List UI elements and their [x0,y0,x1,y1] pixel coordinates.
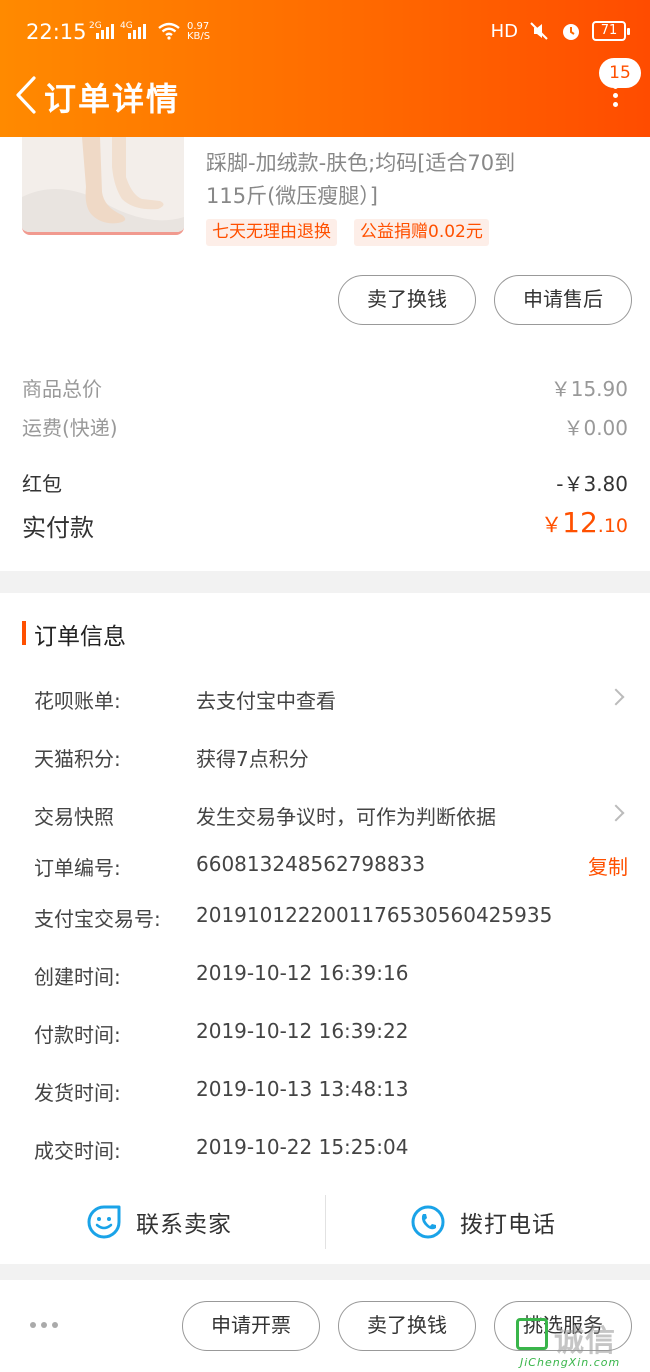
red-packet-label: 红包 [22,472,62,496]
status-bar: 22:15 2G 4G 0.97 KB/S HD 71 [0,0,650,64]
net-speed: 0.97 KB/S [187,22,210,42]
goods-total-value: ￥15.90 [550,377,628,401]
status-right: HD 71 [490,20,630,42]
status-time: 22:15 [26,20,87,44]
battery-icon: 71 [592,21,630,41]
mute-icon [530,22,548,40]
product-spec-line1: 踩脚-加绒款-肤色;均码[适合70到 [206,151,516,175]
alipay-trade-no-label: 支付宝交易号: [34,907,161,931]
chevron-left-icon [16,76,36,114]
back-button[interactable] [10,72,44,118]
watermark-logo-icon [516,1318,548,1350]
net-speed-unit: KB/S [187,31,211,42]
sell-item-button-bottom[interactable]: 卖了换钱 [338,1301,476,1351]
contact-seller-button[interactable]: 联系卖家 [86,1195,232,1249]
call-phone-label: 拨打电话 [460,1212,556,1238]
request-invoice-button[interactable]: 申请开票 [182,1301,320,1351]
completed-time-value: 2019-10-22 15:25:04 [196,1135,409,1159]
contact-seller-label: 联系卖家 [136,1212,232,1238]
alipay-trade-no-value: 2019101222001176530560425935 [196,903,553,927]
section-accent-bar [22,621,26,645]
paid-int: 12 [562,506,598,539]
contact-divider [325,1195,326,1249]
paid-currency: ￥ [541,513,563,537]
completed-time-label: 成交时间: [34,1139,121,1163]
product-image [22,137,184,232]
created-time-label: 创建时间: [34,965,121,989]
created-time-value: 2019-10-12 16:39:16 [196,961,409,985]
charity-tag: 公益捐赠0.02元 [354,219,489,246]
copy-order-number-button[interactable]: 复制 [588,851,628,880]
paid-dec: .10 [597,515,628,537]
page-title: 订单详情 [44,80,181,118]
message-count-badge[interactable]: 15 [599,58,641,88]
watermark-url: JiChengXin.com [520,1356,621,1369]
shipping-fee-value: ￥0.00 [563,416,628,440]
sell-item-button[interactable]: 卖了换钱 [338,275,476,325]
product-thumbnail[interactable] [22,137,184,235]
after-sale-button[interactable]: 申请售后 [494,275,632,325]
product-spec: 踩脚-加绒款-肤色;均码[适合70到 115斤(微压瘦腿）] [206,147,536,213]
app-header: 22:15 2G 4G 0.97 KB/S HD 71 订单详情 15 [0,0,650,137]
call-phone-button[interactable]: 拨打电话 [410,1195,556,1249]
goods-total-label: 商品总价 [22,377,102,401]
watermark-text: 诚信 [554,1324,616,1359]
alarm-icon [563,24,579,40]
red-packet-value: -￥3.80 [556,472,628,496]
huabei-bill-link[interactable]: 去支付宝中查看 [196,685,336,714]
paid-time-value: 2019-10-12 16:39:22 [196,1019,409,1043]
signal-icon-2 [128,24,146,39]
product-spec-line2: 115斤(微压瘦腿）] [206,184,378,208]
paid-amount-label: 实付款 [22,514,94,542]
order-number-value: 660813248562798833 [196,852,426,876]
hd-label: HD [490,20,518,42]
tmall-points-label: 天猫积分: [34,747,121,771]
site-watermark: 诚信 JiChengXin.com [516,1318,646,1372]
more-actions-button[interactable] [30,1322,58,1328]
shipped-time-label: 发货时间: [34,1081,121,1105]
phone-icon [411,1205,445,1239]
wifi-icon [158,22,180,40]
more-menu-button[interactable] [610,84,620,114]
signal-icon [96,24,114,39]
shipping-fee-label: 运费(快递) [22,416,118,440]
paid-amount-value: ￥12.10 [541,506,628,539]
shipped-time-value: 2019-10-13 13:48:13 [196,1077,409,1101]
snapshot-link[interactable]: 发生交易争议时，可作为判断依据 [196,801,496,830]
huabei-bill-label: 花呗账单: [34,689,121,713]
tmall-points-value: 获得7点积分 [196,747,309,771]
return-policy-tag: 七天无理由退换 [206,219,337,246]
order-info-title: 订单信息 [34,624,126,650]
chat-smile-icon [87,1205,121,1239]
snapshot-label: 交易快照 [34,805,114,829]
paid-time-label: 付款时间: [34,1023,121,1047]
order-number-label: 订单编号: [34,856,121,880]
